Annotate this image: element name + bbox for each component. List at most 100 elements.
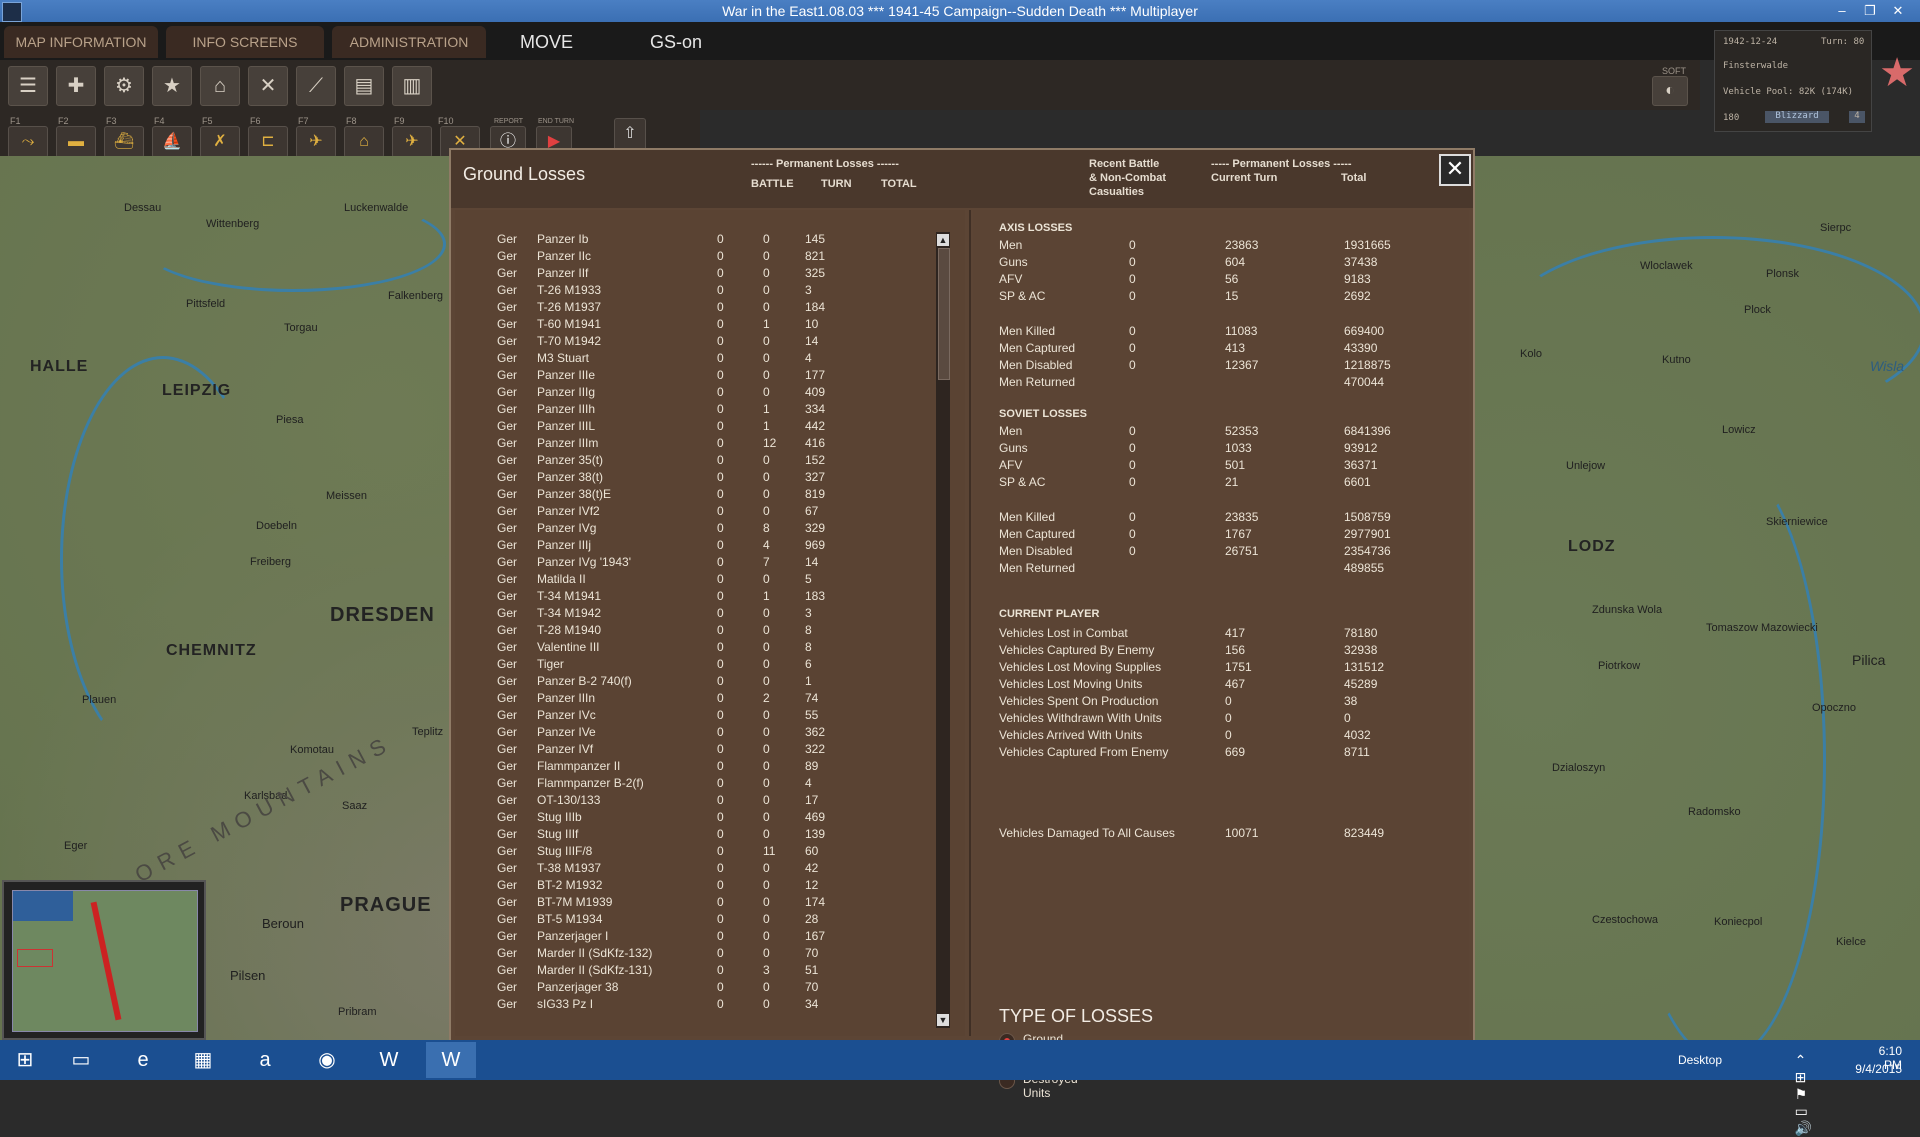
cavalry-icon[interactable]: ✗ — [200, 126, 240, 158]
internet-explorer-icon[interactable]: e — [118, 1042, 168, 1078]
factory-chimney-icon[interactable]: ⌂ — [344, 126, 384, 158]
table-row[interactable]: Ger Panzer IVc 0 0 55 — [455, 708, 935, 725]
table-row[interactable]: Ger Stug IIIb 0 0 469 — [455, 810, 935, 827]
rifle-icon[interactable]: ⟋ — [296, 66, 336, 106]
player-vehicle-row-cell: 156 — [1225, 643, 1246, 657]
unit-nation: Ger — [497, 963, 518, 977]
upload-icon[interactable]: ⇧ — [614, 118, 646, 152]
table-row[interactable]: Ger M3 Stuart 0 0 4 — [455, 351, 935, 368]
table-row[interactable]: Ger Panzer IIIe 0 0 177 — [455, 368, 935, 385]
star-icon[interactable]: ★ — [152, 66, 192, 106]
boat-icon[interactable]: ⛵ — [152, 126, 192, 158]
clipboard-icon[interactable]: ▤ — [344, 66, 384, 106]
report-sheet-icon[interactable]: ▥ — [392, 66, 432, 106]
desktop-toolbar-label[interactable]: Desktop — [1678, 1053, 1722, 1067]
minimize-button[interactable]: – — [1828, 0, 1856, 22]
move-mode-label[interactable]: MOVE — [520, 26, 573, 58]
table-row[interactable]: Ger Panzer 38(t)E 0 0 819 — [455, 487, 935, 504]
wite-game-icon[interactable]: W — [426, 1042, 476, 1078]
table-row[interactable]: Ger Panzer 35(t) 0 0 152 — [455, 453, 935, 470]
crossed-swords-icon[interactable]: ✕ — [248, 66, 288, 106]
table-row[interactable]: Ger Stug IIIF/8 0 11 60 — [455, 844, 935, 861]
player-vehicle-row-cell: 669 — [1225, 745, 1246, 759]
medical-cross-icon[interactable]: ✚ — [56, 66, 96, 106]
table-row[interactable]: Ger Panzer IVe 0 0 362 — [455, 725, 935, 742]
windows-start-icon[interactable]: ⊞ — [0, 1042, 50, 1078]
table-row[interactable]: Ger BT-5 M1934 0 0 28 — [455, 912, 935, 929]
table-row[interactable]: Ger Marder II (SdKfz-131) 0 3 51 — [455, 963, 935, 980]
amazon-icon[interactable]: a — [240, 1042, 290, 1078]
gear-icon[interactable]: ⚙ — [104, 66, 144, 106]
table-row[interactable]: Ger Panzer IVg '1943' 0 7 14 — [455, 555, 935, 572]
table-row[interactable]: Ger Flammpanzer B-2(f) 0 0 4 — [455, 776, 935, 793]
table-row[interactable]: Ger Panzer IVf2 0 0 67 — [455, 504, 935, 521]
table-row[interactable]: Ger sIG33 Pz I 0 0 34 — [455, 997, 935, 1014]
airfield-icon[interactable]: ⊏ — [248, 126, 288, 158]
table-row[interactable]: Ger Panzer B-2 740(f) 0 0 1 — [455, 674, 935, 691]
table-row[interactable]: Ger T-34 M1942 0 0 3 — [455, 606, 935, 623]
store-icon[interactable]: ▦ — [178, 1042, 228, 1078]
tray-icons[interactable]: ⌃ ⊞ ⚑ ▭ 🔊 — [1795, 1052, 1812, 1137]
restore-button[interactable]: ❐ — [1856, 0, 1884, 22]
table-row[interactable]: Ger T-26 M1937 0 0 184 — [455, 300, 935, 317]
file-explorer-icon[interactable]: ▭ — [56, 1042, 106, 1078]
table-row[interactable]: Ger Panzer IIIn 0 2 74 — [455, 691, 935, 708]
tab-info-screens[interactable]: INFO SCREENS — [166, 26, 324, 58]
unit-list-icon[interactable]: ☰ — [8, 66, 48, 106]
dialog-title: Ground Losses — [463, 164, 586, 184]
table-row[interactable]: Ger Panzer IIIj 0 4 969 — [455, 538, 935, 555]
clock-date[interactable]: 9/4/2015 — [1855, 1062, 1902, 1076]
tab-administration[interactable]: ADMINISTRATION — [332, 26, 486, 58]
scroll-thumb[interactable] — [938, 248, 950, 380]
minimap[interactable] — [2, 880, 206, 1040]
air-attack-icon[interactable]: ✈ — [392, 126, 432, 158]
player-vehicle-row-cell: 4032 — [1344, 728, 1371, 742]
table-row[interactable]: Ger T-28 M1940 0 0 8 — [455, 623, 935, 640]
table-row[interactable]: Ger Panzer IIc 0 0 821 — [455, 249, 935, 266]
table-row[interactable]: Ger T-60 M1941 0 1 10 — [455, 317, 935, 334]
table-row[interactable]: Ger Panzer IIIm 0 12 416 — [455, 436, 935, 453]
table-row[interactable]: Ger T-38 M1937 0 0 42 — [455, 861, 935, 878]
table-row[interactable]: Ger Panzer IVg 0 8 329 — [455, 521, 935, 538]
scroll-down-arrow-icon[interactable]: ▼ — [937, 1014, 949, 1026]
table-row[interactable]: Ger Panzerjager 38 0 0 70 — [455, 980, 935, 997]
soft-toggle-icon[interactable]: ◐ — [1652, 76, 1688, 106]
tab-map-information[interactable]: MAP INFORMATION — [4, 26, 158, 58]
table-row[interactable]: Ger Panzer Ib 0 0 145 — [455, 232, 935, 249]
dialog-close-button[interactable]: ✕ — [1439, 154, 1471, 186]
wite-launcher-icon[interactable]: W — [364, 1042, 414, 1078]
table-row[interactable]: Ger Panzer 38(t) 0 0 327 — [455, 470, 935, 487]
table-row[interactable]: Ger Panzer IIIL 0 1 442 — [455, 419, 935, 436]
scroll-up-arrow-icon[interactable]: ▲ — [937, 234, 949, 246]
plane-icon[interactable]: ✈ — [296, 126, 336, 158]
table-row[interactable]: Ger Tiger 0 0 6 — [455, 657, 935, 674]
minimap-viewport[interactable] — [17, 949, 53, 967]
table-row[interactable]: Ger Panzer IIIh 0 1 334 — [455, 402, 935, 419]
table-row[interactable]: Ger Panzer IIf 0 0 325 — [455, 266, 935, 283]
list-scrollbar[interactable]: ▲ ▼ — [936, 232, 950, 1028]
table-row[interactable]: Ger OT-130/133 0 0 17 — [455, 793, 935, 810]
table-row[interactable]: Ger BT-2 M1932 0 0 12 — [455, 878, 935, 895]
table-row[interactable]: Ger Matilda II 0 0 5 — [455, 572, 935, 589]
table-row[interactable]: Ger T-26 M1933 0 0 3 — [455, 283, 935, 300]
unit-losses-list[interactable]: Ger Panzer Ib 0 0 145 Ger Panzer IIc 0 0 821 Ger Pa… — [455, 210, 965, 1036]
supply-line-icon[interactable]: ⤳ — [8, 126, 48, 158]
table-row[interactable]: Ger Panzerjager I 0 0 167 — [455, 929, 935, 946]
table-row[interactable]: Ger BT-7M M1939 0 0 174 — [455, 895, 935, 912]
table-row[interactable]: Ger Flammpanzer II 0 0 89 — [455, 759, 935, 776]
ship-icon[interactable]: ⛴ — [104, 126, 144, 158]
chrome-icon[interactable]: ◉ — [302, 1042, 352, 1078]
table-row[interactable]: Ger Panzer IVf 0 0 322 — [455, 742, 935, 759]
factory-icon[interactable]: ⌂ — [200, 66, 240, 106]
close-window-button[interactable]: ✕ — [1884, 0, 1912, 22]
table-row[interactable]: Ger T-70 M1942 0 0 14 — [455, 334, 935, 351]
player-vehicle-row-cell: 32938 — [1344, 643, 1378, 657]
gs-toggle[interactable]: GS-on — [650, 26, 702, 58]
table-row[interactable]: Ger Stug IIIf 0 0 139 — [455, 827, 935, 844]
minimap-view[interactable] — [12, 890, 198, 1032]
table-row[interactable]: Ger Valentine III 0 0 8 — [455, 640, 935, 657]
tank-icon[interactable]: ▬ — [56, 126, 96, 158]
table-row[interactable]: Ger Marder II (SdKfz-132) 0 0 70 — [455, 946, 935, 963]
table-row[interactable]: Ger Panzer IIIg 0 0 409 — [455, 385, 935, 402]
table-row[interactable]: Ger T-34 M1941 0 1 183 — [455, 589, 935, 606]
